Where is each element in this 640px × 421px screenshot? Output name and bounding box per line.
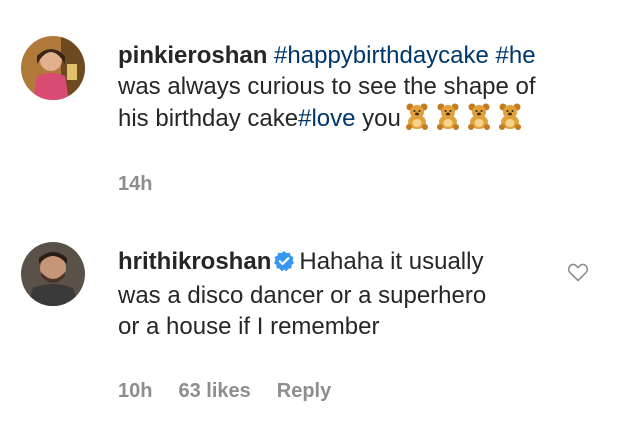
comment-line: was always curious to see the shape of [118,73,536,100]
comment-meta: 10h 63 likes Reply [118,380,357,403]
avatar[interactable] [21,36,85,100]
likes-count[interactable]: 63 likes [178,380,250,402]
teddy-bear-icon [496,102,524,138]
comment-line: was a disco dancer or a superhero [118,282,487,309]
heart-icon[interactable] [566,260,590,284]
comment-meta: 14h [118,173,178,196]
reply-button[interactable]: Reply [277,380,331,402]
teddy-bear-icon [465,102,493,138]
hashtag-link[interactable]: #happybirthdaycake [274,42,489,69]
username[interactable]: pinkieroshan [118,42,267,69]
comment-line: Hahaha it usually [299,248,484,275]
verified-badge-icon [273,249,295,280]
username[interactable]: hrithikroshan [118,248,271,275]
comment-text: hrithikroshan Hahaha it usually was a di… [118,246,548,342]
teddy-bear-icon [434,102,462,138]
comment-line: his birthday cake [118,105,299,132]
hashtag-link[interactable]: #love [298,105,355,132]
timestamp[interactable]: 14h [118,173,152,195]
comment-line: you [355,105,401,132]
comment-text: pinkieroshan #happybirthdaycake #he was … [118,40,588,138]
hashtag-link[interactable]: #he [496,42,536,69]
teddy-bear-icon [403,102,431,138]
comment-line: or a house if I remember [118,313,380,340]
timestamp[interactable]: 10h [118,380,152,402]
emoji-group [403,102,524,138]
avatar[interactable] [21,242,85,306]
